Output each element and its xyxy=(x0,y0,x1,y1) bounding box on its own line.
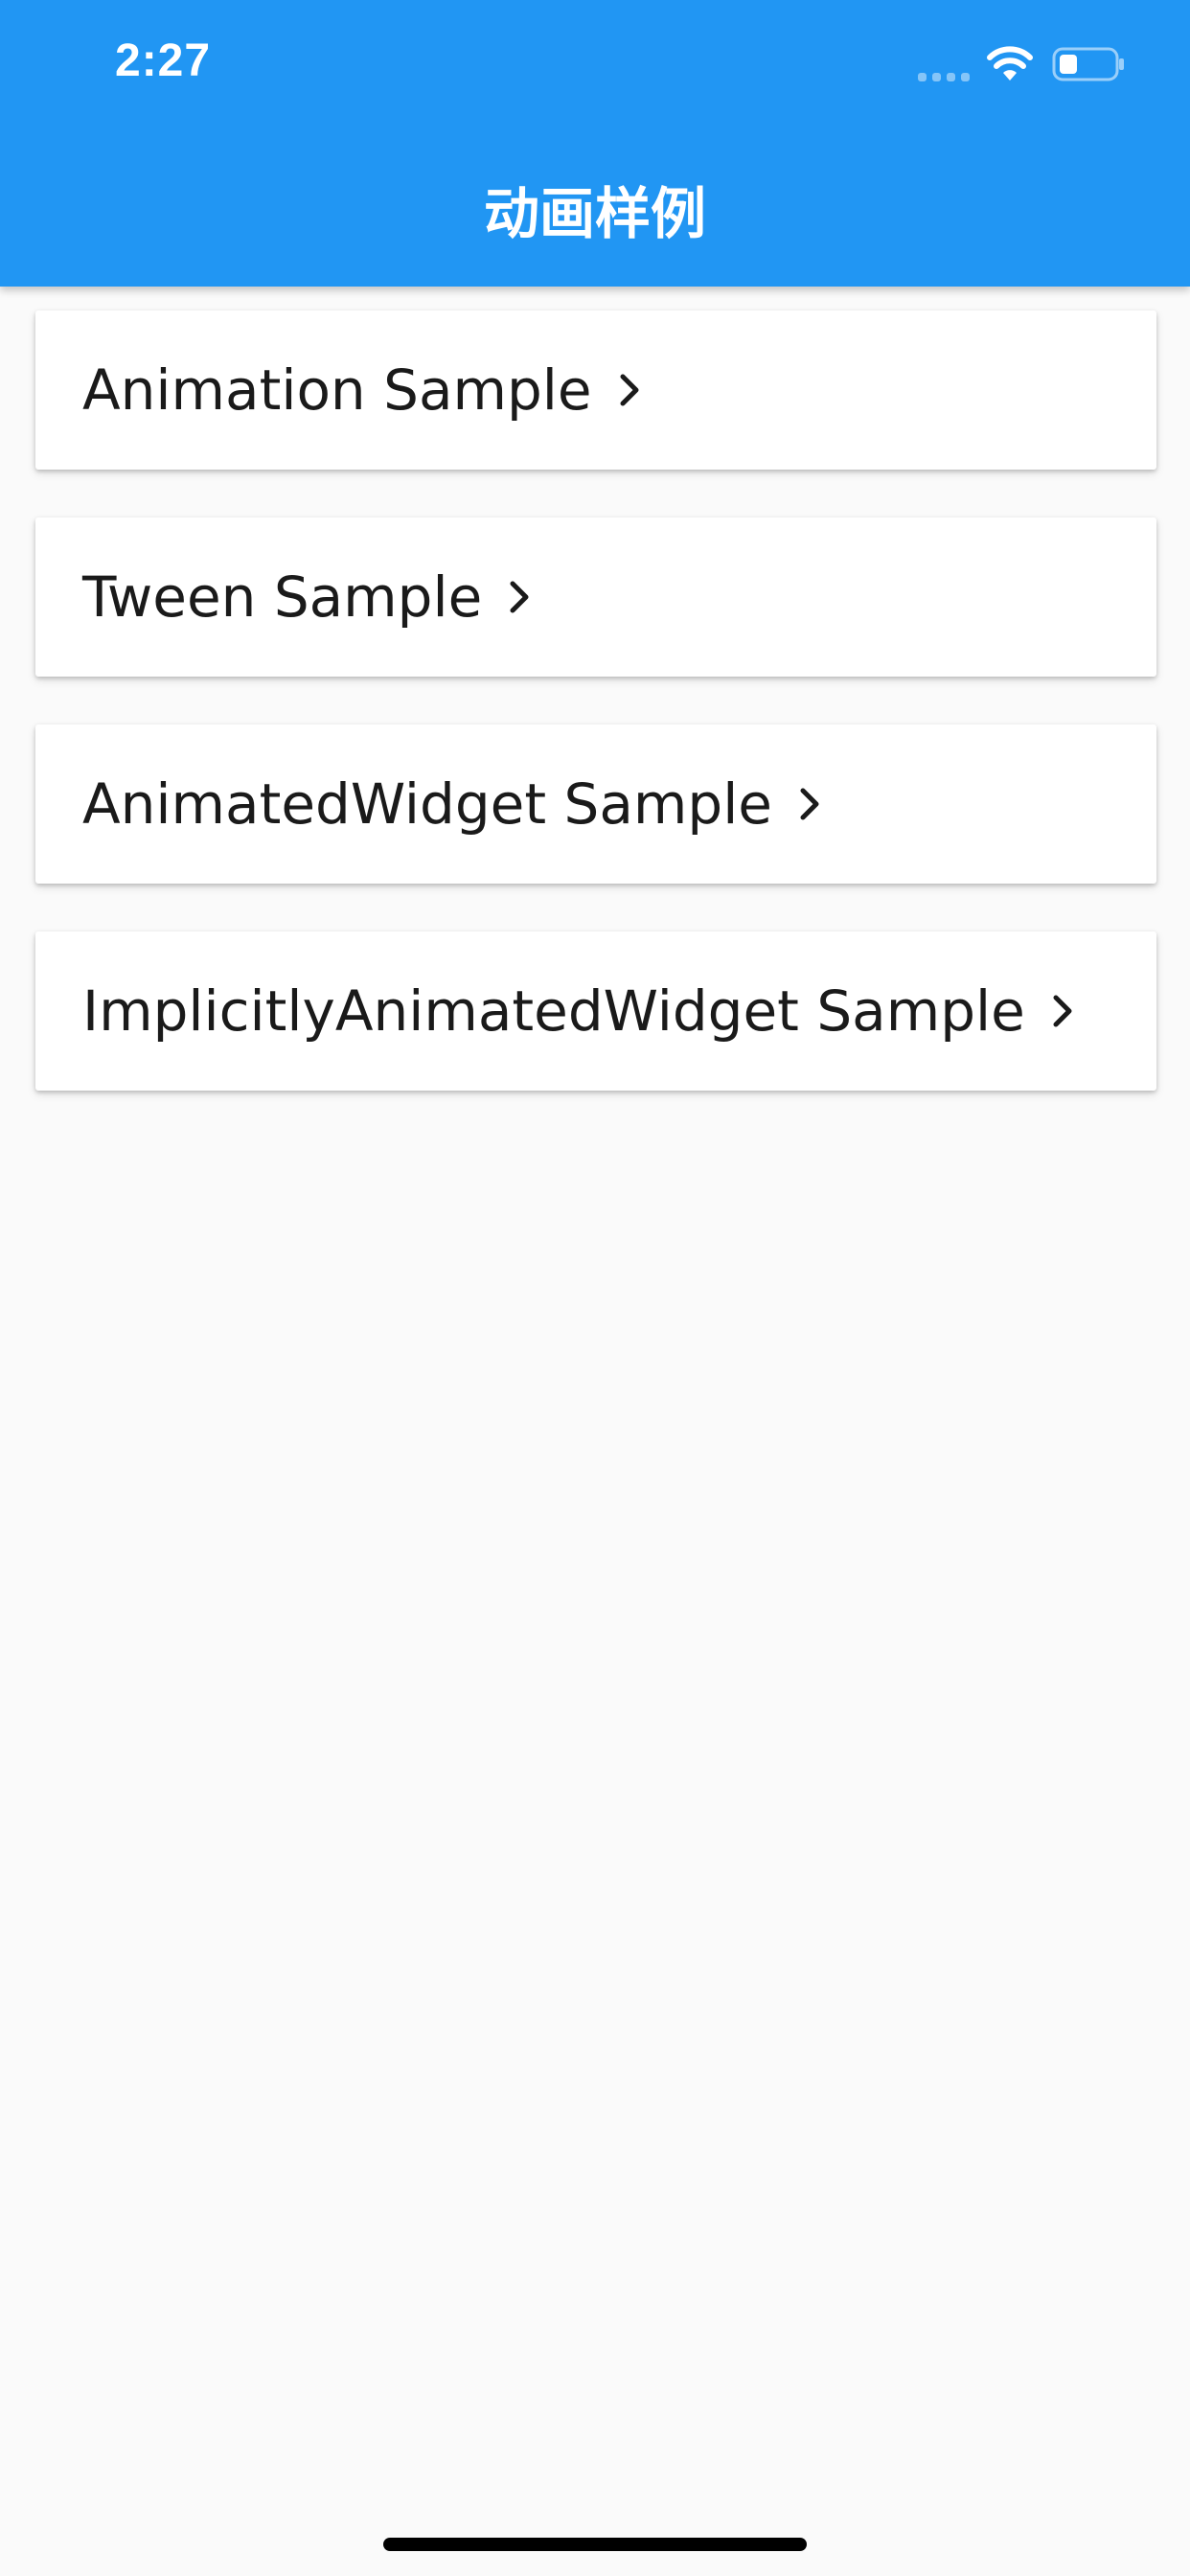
chevron-right-icon xyxy=(1053,995,1072,1027)
home-indicator[interactable] xyxy=(383,2538,807,2551)
cellular-signal-icon xyxy=(918,73,970,81)
app-bar: 2:27 动画样例 xyxy=(0,0,1190,287)
sample-list: Animation Sample Tween Sample AnimatedWi… xyxy=(35,310,1156,1138)
wifi-icon xyxy=(987,46,1033,80)
chevron-right-icon xyxy=(620,374,639,406)
list-item-animation-sample[interactable]: Animation Sample xyxy=(35,310,1156,470)
list-item-label: Tween Sample xyxy=(82,564,483,630)
chevron-right-icon xyxy=(800,788,819,820)
chevron-right-icon xyxy=(510,581,529,613)
list-item-label: AnimatedWidget Sample xyxy=(82,771,772,837)
battery-icon xyxy=(1052,47,1124,81)
list-item-animatedwidget-sample[interactable]: AnimatedWidget Sample xyxy=(35,724,1156,884)
list-item-label: ImplicitlyAnimatedWidget Sample xyxy=(82,978,1025,1044)
list-item-implicitlyanimatedwidget-sample[interactable]: ImplicitlyAnimatedWidget Sample xyxy=(35,932,1156,1091)
status-time: 2:27 xyxy=(115,35,212,86)
list-item-tween-sample[interactable]: Tween Sample xyxy=(35,518,1156,677)
list-item-label: Animation Sample xyxy=(82,357,592,423)
page-title: 动画样例 xyxy=(483,181,706,246)
